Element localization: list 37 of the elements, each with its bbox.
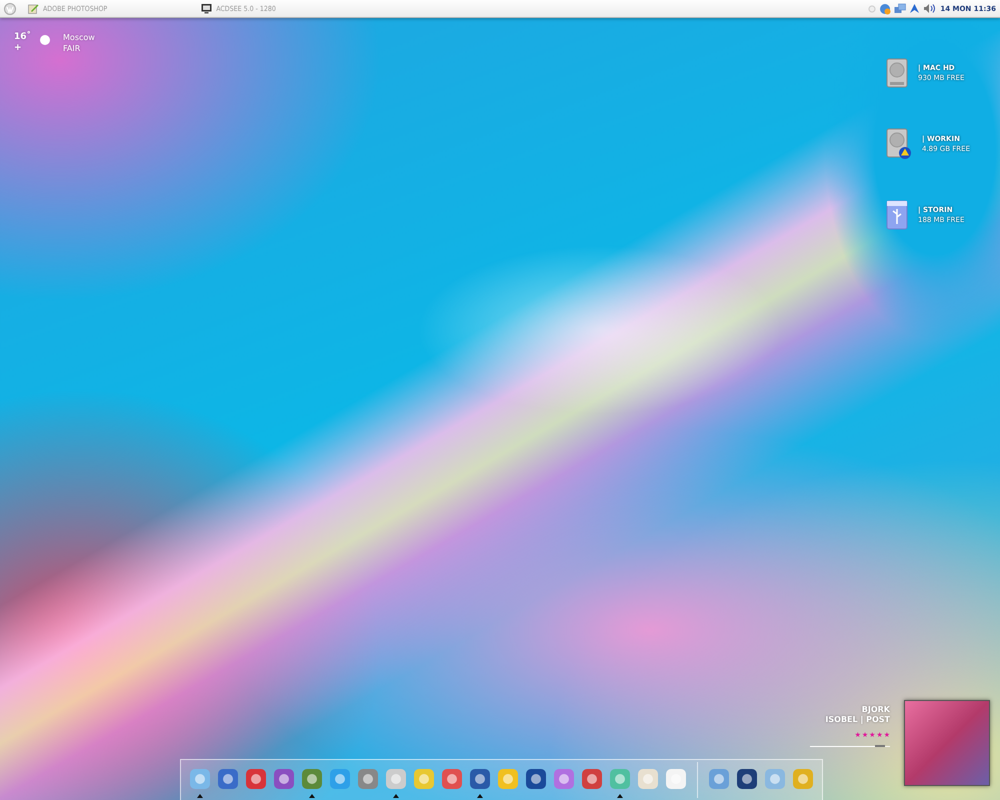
weather-condition: FAIR	[63, 43, 82, 54]
monitor-icon	[201, 3, 212, 14]
city-name: Moscow	[63, 32, 95, 43]
app-tile-icon	[188, 767, 212, 791]
app-tile-icon	[791, 767, 815, 791]
app-tile-icon	[272, 767, 296, 791]
usb-drive-icon	[886, 200, 908, 230]
app-tile-icon	[216, 767, 240, 791]
app-tile-icon	[580, 767, 604, 791]
hard-drive-icon	[886, 58, 908, 88]
network-icon[interactable]	[894, 2, 906, 14]
app-tile-icon	[664, 767, 688, 791]
app-tile-icon	[524, 767, 548, 791]
pencil-icon	[28, 3, 39, 14]
app-tile-icon	[468, 767, 492, 791]
app-tile-icon	[384, 767, 408, 791]
app-tile-icon	[552, 767, 576, 791]
app-tile-icon	[608, 767, 632, 791]
app-tile-icon	[707, 767, 731, 791]
temperature: 16˚	[14, 32, 32, 43]
artist-name: BJORK	[862, 705, 890, 715]
app-tile-icon	[412, 767, 436, 791]
speaker-icon[interactable]	[923, 3, 938, 14]
app-tile-icon	[440, 767, 464, 791]
temperature-sign: +	[14, 43, 23, 54]
app-tile-icon	[735, 767, 759, 791]
hard-drive-warning-icon	[886, 128, 912, 160]
track-title: ISOBEL | POST	[825, 715, 890, 725]
app-tile-icon	[496, 767, 520, 791]
logo-icon[interactable]	[4, 2, 16, 14]
app-tile-icon	[300, 767, 324, 791]
app-tile-icon	[328, 767, 352, 791]
app-tile-icon	[244, 767, 268, 791]
app-tile-icon	[763, 767, 787, 791]
app-tile-icon	[356, 767, 380, 791]
circle-icon[interactable]	[868, 4, 876, 12]
app-tile-icon	[636, 767, 660, 791]
